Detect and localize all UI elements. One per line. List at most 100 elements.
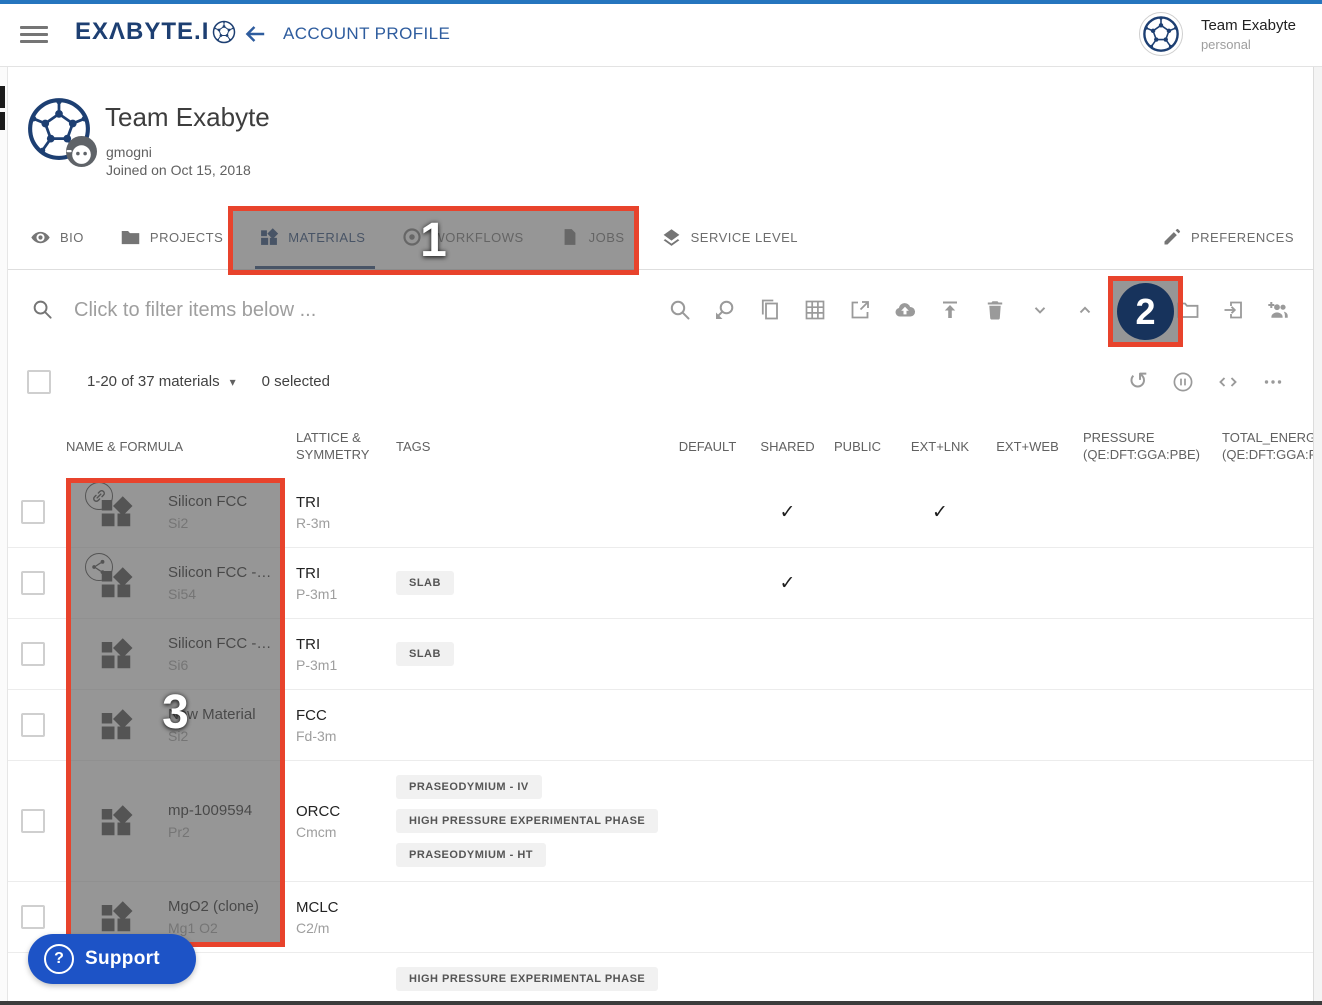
public-flag (820, 477, 895, 547)
annotation-marker-circle: 2 (1117, 283, 1174, 340)
symmetry-group: P-3m1 (296, 657, 385, 673)
annotation-box-2: 2 (1108, 276, 1183, 347)
code-icon[interactable] (1216, 370, 1240, 394)
annotation-number-3: 3 (162, 685, 189, 740)
tags-cell: HIGH PRESSURE EXPERIMENTAL PHASE (385, 953, 660, 1001)
extweb-flag (985, 882, 1070, 952)
pressure-value (1070, 761, 1210, 881)
search-history-icon[interactable] (713, 298, 737, 322)
total-energy-value (1210, 761, 1314, 881)
pressure-value (1070, 477, 1210, 547)
total-energy-value (1210, 619, 1314, 689)
support-button[interactable]: ? Support (28, 934, 196, 984)
extweb-flag (985, 953, 1070, 1001)
total-energy-value (1210, 477, 1314, 547)
brand-logo[interactable]: EXΛBYTE.I (75, 18, 236, 46)
default-flag (660, 953, 755, 1001)
open-in-new-icon[interactable] (848, 298, 872, 322)
total-energy-value (1210, 953, 1314, 1001)
extweb-flag (985, 477, 1070, 547)
pressure-value (1070, 690, 1210, 760)
add-people-icon[interactable] (1266, 298, 1290, 322)
row-checkbox[interactable] (21, 571, 45, 595)
row-checkbox[interactable] (21, 500, 45, 524)
tab-projects[interactable]: PROJECTS (120, 205, 223, 269)
pencil-icon (1162, 227, 1182, 247)
back-arrow-icon[interactable] (242, 21, 268, 47)
pressure-value (1070, 548, 1210, 618)
profile-tabs: BIO PROJECTS MATERIALS WORKFLOWS JOBS SE… (0, 205, 1314, 270)
default-flag (660, 619, 755, 689)
extweb-flag (985, 548, 1070, 618)
menu-icon[interactable] (20, 22, 48, 48)
table-row[interactable]: HIGH PRESSURE EXPERIMENTAL PHASE (0, 953, 1314, 1001)
pagination-caret-icon[interactable]: ▾ (230, 375, 236, 389)
upload-icon[interactable] (938, 298, 962, 322)
extweb-flag (985, 690, 1070, 760)
delete-icon[interactable] (983, 298, 1007, 322)
chevron-down-icon[interactable] (1028, 298, 1052, 322)
extlnk-flag (895, 690, 985, 760)
column-header-name[interactable]: NAME & FORMULA (66, 438, 285, 455)
refresh-icon[interactable]: ↺ (1126, 370, 1150, 394)
lattice-type: MCLC (296, 899, 385, 916)
extweb-flag (985, 619, 1070, 689)
tag-pill: SLAB (396, 571, 454, 595)
top-accent-strip (0, 0, 1322, 4)
topbar: EXΛBYTE.I ACCOUNT PROFILE Team Exabyte p… (0, 4, 1322, 67)
account-name: Team Exabyte (1201, 17, 1296, 34)
column-header-public[interactable]: PUBLIC (820, 438, 895, 455)
shared-flag (755, 619, 820, 689)
extlnk-flag (895, 953, 985, 1001)
search-icon[interactable] (668, 298, 692, 322)
total-energy-value (1210, 690, 1314, 760)
table-grid-icon[interactable] (803, 298, 827, 322)
default-flag (660, 690, 755, 760)
tab-service-level[interactable]: SERVICE LEVEL (661, 205, 798, 269)
pressure-value (1070, 882, 1210, 952)
more-icon[interactable] (1261, 370, 1285, 394)
symmetry-group: C2/m (296, 920, 385, 936)
tags-cell (385, 882, 660, 952)
select-all-checkbox[interactable] (27, 370, 51, 394)
column-header-pressure[interactable]: PRESSURE(QE:DFT:GGA:PBE) (1070, 429, 1210, 463)
pagination-label[interactable]: 1-20 of 37 materials (87, 373, 220, 390)
extlnk-flag (895, 548, 985, 618)
tag-pill: HIGH PRESSURE EXPERIMENTAL PHASE (396, 967, 658, 991)
default-flag (660, 761, 755, 881)
column-header-total-energy[interactable]: TOTAL_ENERGY(QE:DFT:GGA:PB (1210, 429, 1314, 463)
column-header-lattice[interactable]: LATTICE &SYMMETRY (285, 429, 385, 463)
pause-icon[interactable] (1171, 370, 1195, 394)
column-header-shared[interactable]: SHARED (755, 438, 820, 455)
tags-cell: PRASEODYMIUM - IVHIGH PRESSURE EXPERIMEN… (385, 761, 660, 881)
shared-flag (755, 882, 820, 952)
lattice-type: FCC (296, 707, 385, 724)
tags-cell (385, 690, 660, 760)
column-header-extlnk[interactable]: EXT+LNK (895, 438, 985, 455)
chevron-up-icon[interactable] (1073, 298, 1097, 322)
shared-flag (755, 953, 820, 1001)
profile-face-badge-icon (66, 136, 97, 167)
row-checkbox[interactable] (21, 713, 45, 737)
row-checkbox[interactable] (21, 642, 45, 666)
cloud-upload-icon[interactable] (893, 298, 917, 322)
column-header-tags[interactable]: TAGS (385, 438, 660, 455)
row-checkbox[interactable] (21, 809, 45, 833)
extlnk-flag: ✓ (895, 477, 985, 547)
symmetry-group: Fd-3m (296, 728, 385, 744)
column-header-extweb[interactable]: EXT+WEB (985, 438, 1070, 455)
profile-username: gmogni (106, 144, 152, 160)
filter-input[interactable] (72, 292, 596, 328)
list-controls: 1-20 of 37 materials ▾ 0 selected ↺ (0, 348, 1314, 416)
row-checkbox[interactable] (21, 905, 45, 929)
public-flag (820, 761, 895, 881)
tab-preferences[interactable]: PREFERENCES (1162, 205, 1294, 269)
import-icon[interactable] (1221, 298, 1245, 322)
tab-bio[interactable]: BIO (30, 205, 84, 269)
account-menu[interactable]: Team Exabyte personal (1139, 12, 1296, 56)
copy-icon[interactable] (758, 298, 782, 322)
shared-flag: ✓ (755, 477, 820, 547)
annotation-box-1: 1 (228, 206, 639, 275)
lattice-type: TRI (296, 636, 385, 653)
column-header-default[interactable]: DEFAULT (660, 438, 755, 455)
